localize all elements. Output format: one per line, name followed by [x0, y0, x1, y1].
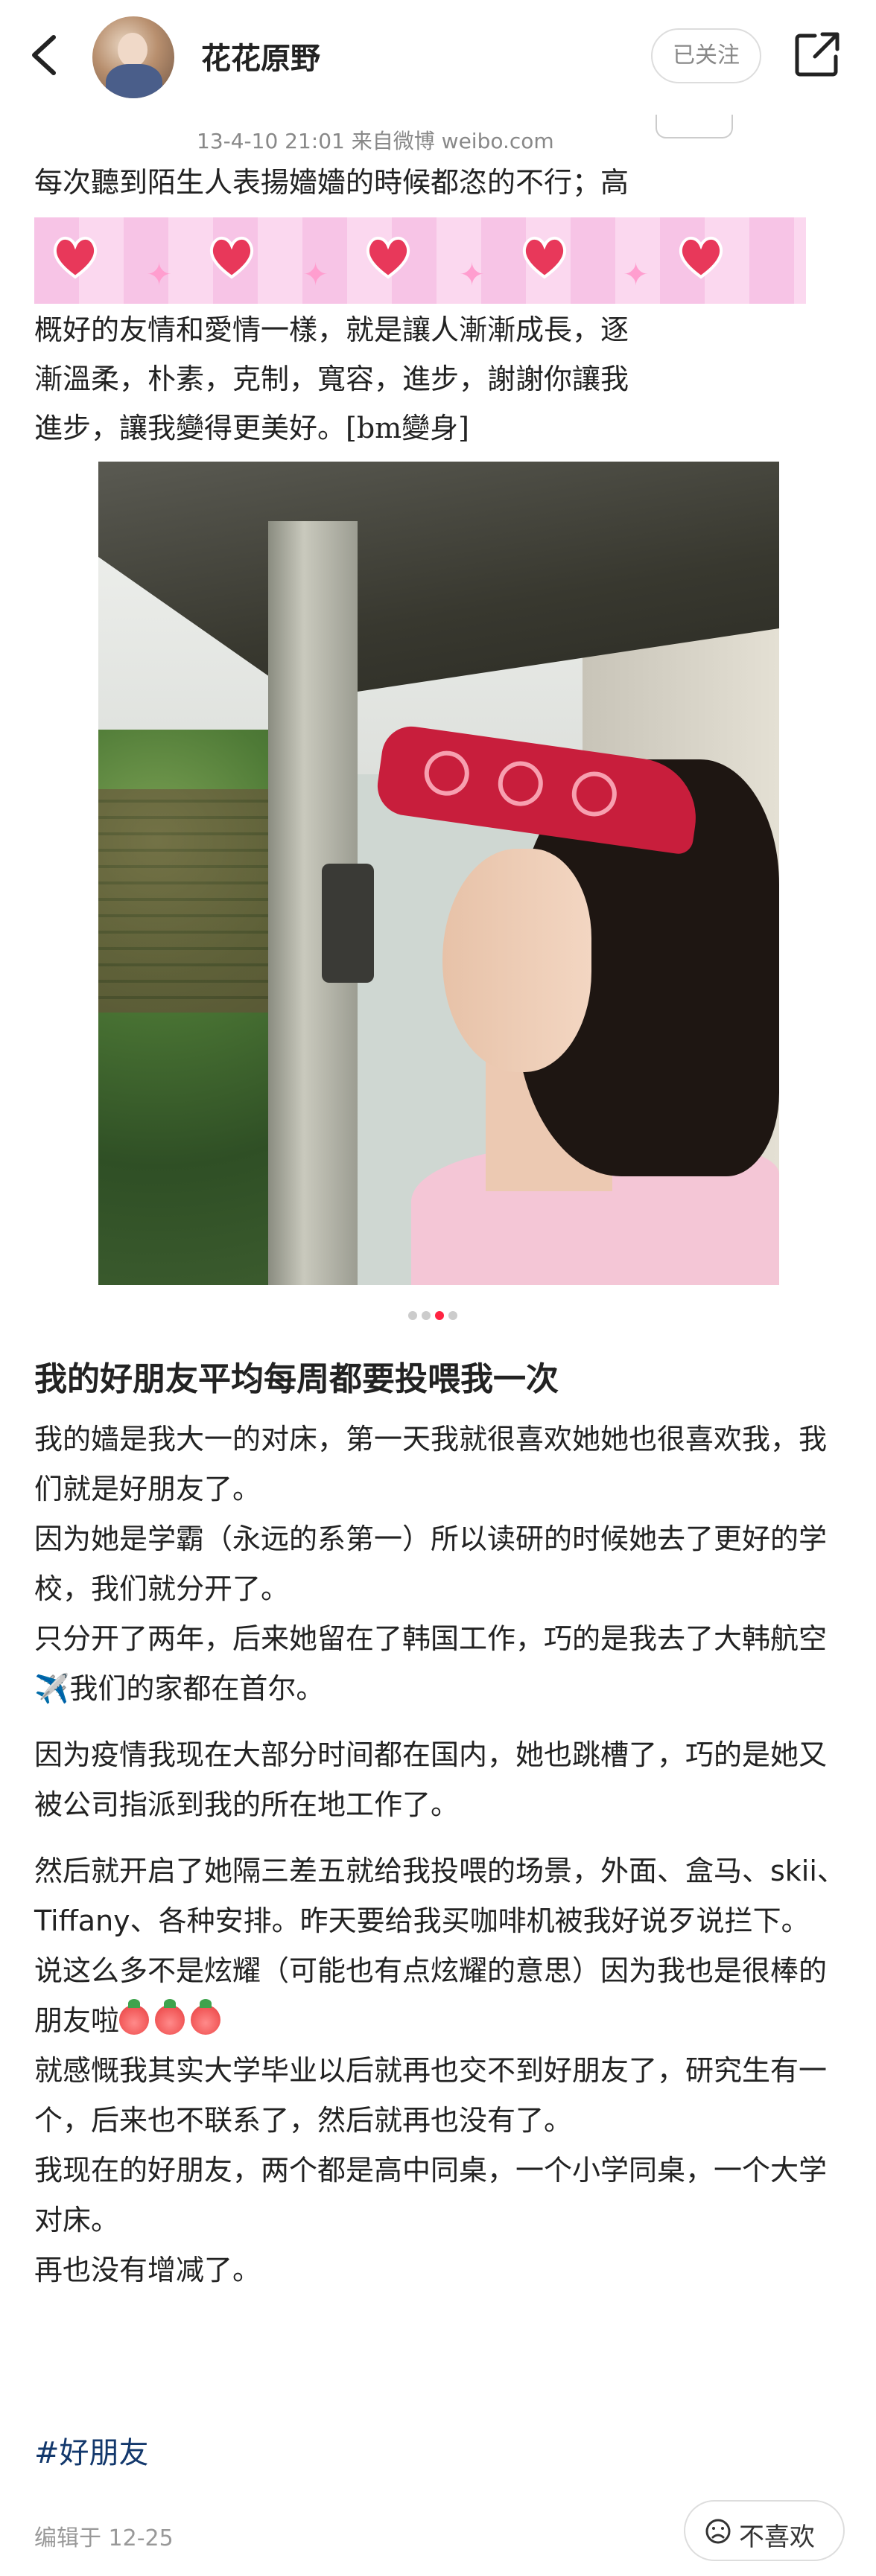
carousel-dot	[408, 1311, 417, 1320]
carousel-dot	[422, 1311, 431, 1320]
strawberry-face-emoji	[119, 1999, 150, 2035]
airplane-emoji: ✈️	[34, 1672, 70, 1705]
strawberry-face-emoji	[191, 1999, 221, 2035]
heart-sticker-icon	[522, 237, 567, 279]
sparkle-icon: ✦	[459, 256, 486, 293]
author-name[interactable]: 花花原野	[201, 34, 320, 77]
share-icon[interactable]	[793, 30, 842, 79]
post-paragraph: 然后就开启了她隔三差五就给我投喂的场景，外面、盒马、skii、Tiffany、各…	[34, 1855, 845, 1937]
back-arrow-icon[interactable]	[27, 33, 64, 77]
avatar[interactable]	[92, 16, 174, 98]
post-paragraph: 因为她是学霸（永远的系第一）所以读研的时候她去了更好的学校，我们就分开了。	[34, 1523, 828, 1605]
post-photo	[98, 462, 779, 1285]
carousel-dot-active	[435, 1311, 444, 1320]
censor-sticker-strip: ✦ ✦ ✦ ✦	[34, 217, 806, 304]
strawberry-face-emoji	[155, 1999, 185, 2035]
sparkle-icon: ✦	[302, 256, 329, 293]
post-paragraph: 说这么多不是炫耀（可能也有点炫耀的意思）因为我也是很棒的朋友啦	[34, 1954, 828, 2037]
post-body: 我的嫱是我大一的对床，第一天我就很喜欢她她也很喜欢我，我们就是好朋友了。 因为她…	[34, 1415, 846, 2295]
post-paragraph: 只分开了两年，后来她留在了韩国工作，巧的是我去了大韩航空✈️我们的家都在首尔。	[34, 1622, 828, 1705]
post-title: 我的好朋友平均每周都要投喂我一次	[34, 1360, 559, 1398]
embedded-post-meta: 13-4-10 21:01 来自微博 weibo.com	[197, 129, 554, 153]
post-paragraph: 就感慨我其实大学毕业以后就再也交不到好朋友了，研究生有一个，后来也不联系了，然后…	[34, 2054, 828, 2137]
sparkle-icon: ✦	[623, 256, 650, 293]
post-paragraph: 因为疫情我现在大部分时间都在国内，她也跳槽了，巧的是她又被公司指派到我的所在地工…	[34, 1738, 828, 1821]
heart-sticker-icon	[209, 237, 254, 279]
post-paragraph: 再也没有增减了。	[34, 2254, 261, 2286]
image-carousel[interactable]: 13-4-10 21:01 来自微博 weibo.com 每次聽到陌生人表揚嬙嬙…	[0, 115, 876, 1285]
follow-button[interactable]: 已关注	[651, 28, 761, 83]
heart-sticker-icon	[679, 237, 723, 279]
embedded-post-tag	[656, 115, 733, 138]
hashtag-link[interactable]: #好朋友	[34, 2429, 149, 2472]
dislike-label: 不喜欢	[739, 2522, 815, 2552]
carousel-dot	[448, 1311, 457, 1320]
dislike-button[interactable]: 不喜欢	[684, 2500, 845, 2561]
post-paragraph: 我现在的好朋友，两个都是高中同桌，一个小学同桌，一个大学对床。	[34, 2154, 828, 2237]
heart-sticker-icon	[366, 237, 410, 279]
heart-sticker-icon	[53, 237, 98, 279]
top-bar: 花花原野 已关注	[0, 0, 876, 117]
edit-date: 编辑于 12-25	[34, 2525, 174, 2551]
carousel-indicator	[408, 1309, 462, 1320]
post-paragraph: 我的嫱是我大一的对床，第一天我就很喜欢她她也很喜欢我，我们就是好朋友了。	[34, 1423, 828, 1505]
frown-icon	[705, 2519, 731, 2544]
embedded-post-text: 每次聽到陌生人表揚嬙嬙的時候都恣的不行；高 .大 概好的友情和愛情一樣，就是讓人…	[34, 166, 794, 444]
sparkle-icon: ✦	[146, 256, 173, 293]
